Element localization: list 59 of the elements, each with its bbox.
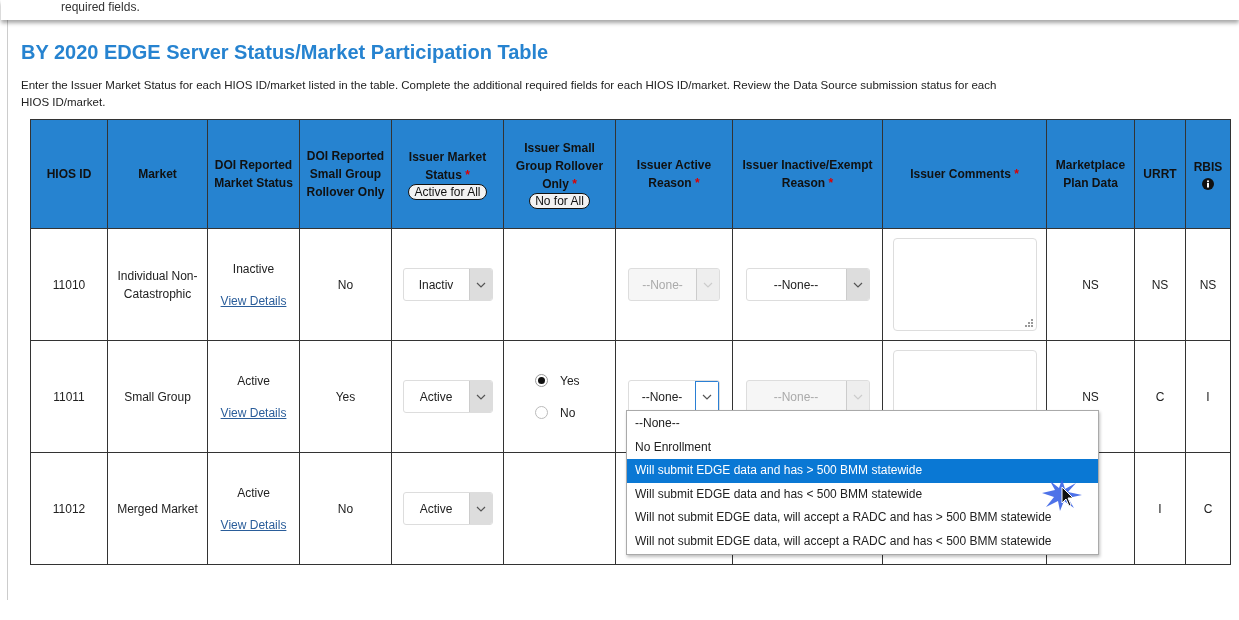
view-details-link[interactable]: View Details <box>220 403 287 422</box>
table-cell: Yes <box>299 340 392 453</box>
view-details-link[interactable]: View Details <box>220 291 287 310</box>
column-header: Issuer Inactive/Exempt Reason * <box>741 157 874 192</box>
column-header: Marketplace Plan Data <box>1054 157 1127 192</box>
table-cell: 11010 <box>30 228 108 341</box>
status-text: Active <box>237 373 270 388</box>
column-header: Issuer Active Reason * <box>635 157 713 192</box>
column-header: Market <box>137 166 178 183</box>
dropdown-select[interactable]: Active <box>402 380 493 413</box>
comments-field[interactable] <box>892 238 1037 331</box>
table-cell: No <box>299 228 392 341</box>
table-cell: C <box>1134 340 1186 453</box>
table-cell: 11011 <box>30 340 108 453</box>
column-header: Issuer Small Group Rollover Only * <box>514 140 605 193</box>
instruction-text: Enter the Issuer Market Status for each HIOS ID/market listed in the table. Complete the additional required fields for each HIOS ID/market. Review the Data Source submission status for each HIOS ID/market. <box>21 78 998 110</box>
view-details-link[interactable]: View Details <box>220 515 287 534</box>
set-all-button[interactable]: No for All <box>529 193 590 209</box>
resize-grip-icon[interactable] <box>1023 318 1033 327</box>
column-header: RBIS <box>1192 159 1224 176</box>
caret-icon <box>475 393 486 400</box>
table-cell: I <box>1185 340 1231 453</box>
set-all-button[interactable]: Active for All <box>408 184 487 200</box>
caret-icon <box>852 393 863 400</box>
radio-option[interactable]: Yes <box>535 373 580 388</box>
caret-icon <box>703 281 713 288</box>
table-cell: Small Group <box>107 340 208 453</box>
table-cell: NS <box>1185 228 1231 341</box>
table-cell: 11012 <box>30 452 108 565</box>
status-text: Inactive <box>232 261 275 276</box>
dropdown-select[interactable]: Active <box>402 492 493 525</box>
column-header: DOI Reported Small Group Rollover Only <box>305 148 386 201</box>
radio-option[interactable]: No <box>535 405 576 420</box>
status-text: Active <box>237 485 270 500</box>
dropdown-select[interactable]: --None-- <box>745 268 870 301</box>
section-title: BY 2020 EDGE Server Status/Market Participation Table <box>21 41 550 64</box>
column-header: Issuer Market Status * <box>407 149 488 184</box>
table-cell: No <box>299 452 392 565</box>
info-icon[interactable] <box>1202 178 1214 190</box>
table-cell: C <box>1185 452 1231 565</box>
table-cell: NS <box>1134 228 1186 341</box>
caret-icon <box>702 393 712 400</box>
column-header: Issuer Comments * <box>909 166 1020 183</box>
instruction-text: required fields. <box>61 0 140 14</box>
table-cell: I <box>1134 452 1186 565</box>
column-header: DOI Reported Market Status <box>213 157 294 192</box>
table-cell: Individual Non-Catastrophic <box>107 228 208 341</box>
column-header: URRT <box>1142 166 1178 183</box>
dropdown-select[interactable]: Inactiv <box>402 268 493 301</box>
caret-icon <box>852 281 863 288</box>
dropdown-option[interactable]: Will not submit EDGE data, will accept a RADC and has > 500 BMM statewide <box>627 506 1098 530</box>
caret-icon <box>475 505 486 512</box>
dropdown-option[interactable]: Will submit EDGE data and has > 500 BMM statewide <box>627 459 1098 483</box>
dropdown-option[interactable]: Will submit EDGE data and has < 500 BMM statewide <box>627 482 1098 506</box>
table-cell: NS <box>1046 228 1135 341</box>
dropdown-option[interactable]: Will not submit EDGE data, will accept a RADC and has < 500 BMM statewide <box>627 529 1098 553</box>
column-header: HIOS ID <box>45 166 93 183</box>
table-cell: Merged Market <box>107 452 208 565</box>
caret-icon <box>475 281 486 288</box>
